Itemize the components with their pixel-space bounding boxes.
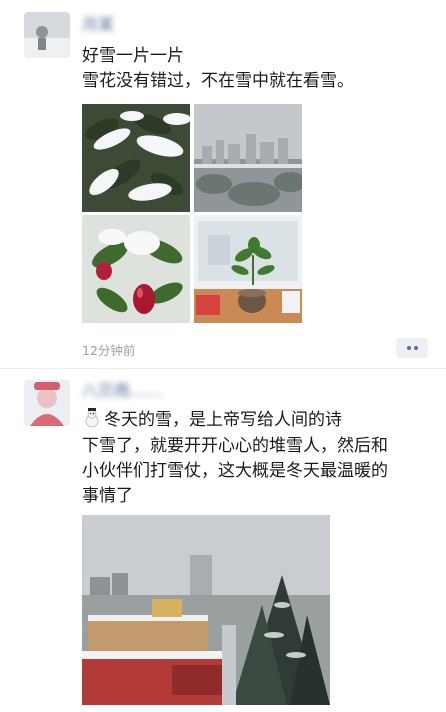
photo-snowy-city[interactable]	[194, 104, 302, 212]
post-text-line: 下雪了，就要开开心心的堆雪人，然后和	[82, 436, 388, 456]
post-text-line-content: 冬天的雪，是上帝写给人间的诗	[104, 410, 342, 430]
moment-post-2: 八贝雨…… 冬天的雪，是上帝写给人间的诗 下雪了，就要开开心心的堆雪人，然后和 …	[0, 368, 446, 712]
more-actions-button[interactable]	[396, 338, 428, 358]
photo-snow-leaves[interactable]	[82, 104, 190, 212]
post-text-line: 雪花没有错过，不在雪中就在看雪。	[82, 71, 354, 91]
photo-snowy-campus[interactable]	[82, 515, 330, 705]
snowman-icon	[82, 408, 102, 428]
photo-red-fruit[interactable]	[82, 215, 190, 323]
photo-potted-plant[interactable]	[194, 215, 302, 323]
post-text-line: 事情了	[82, 486, 133, 506]
post-text-line: 冬天的雪，是上帝写给人间的诗	[82, 408, 342, 433]
dot-icon	[406, 346, 411, 350]
post-time: 12分钟前	[82, 343, 136, 358]
dot-icon	[413, 346, 418, 350]
avatar[interactable]	[24, 380, 70, 426]
post-text-line: 好雪一片一片	[82, 46, 184, 66]
post-text-line: 小伙伴们打雪仗，这大概是冬天最温暖的	[82, 461, 388, 481]
poster-name[interactable]: 月某	[82, 14, 114, 36]
moment-post-1: 月某 好雪一片一片 雪花没有错过，不在雪中就在看雪。 12分钟前	[0, 0, 446, 368]
avatar[interactable]	[24, 12, 70, 58]
poster-name[interactable]: 八贝雨……	[82, 380, 382, 402]
